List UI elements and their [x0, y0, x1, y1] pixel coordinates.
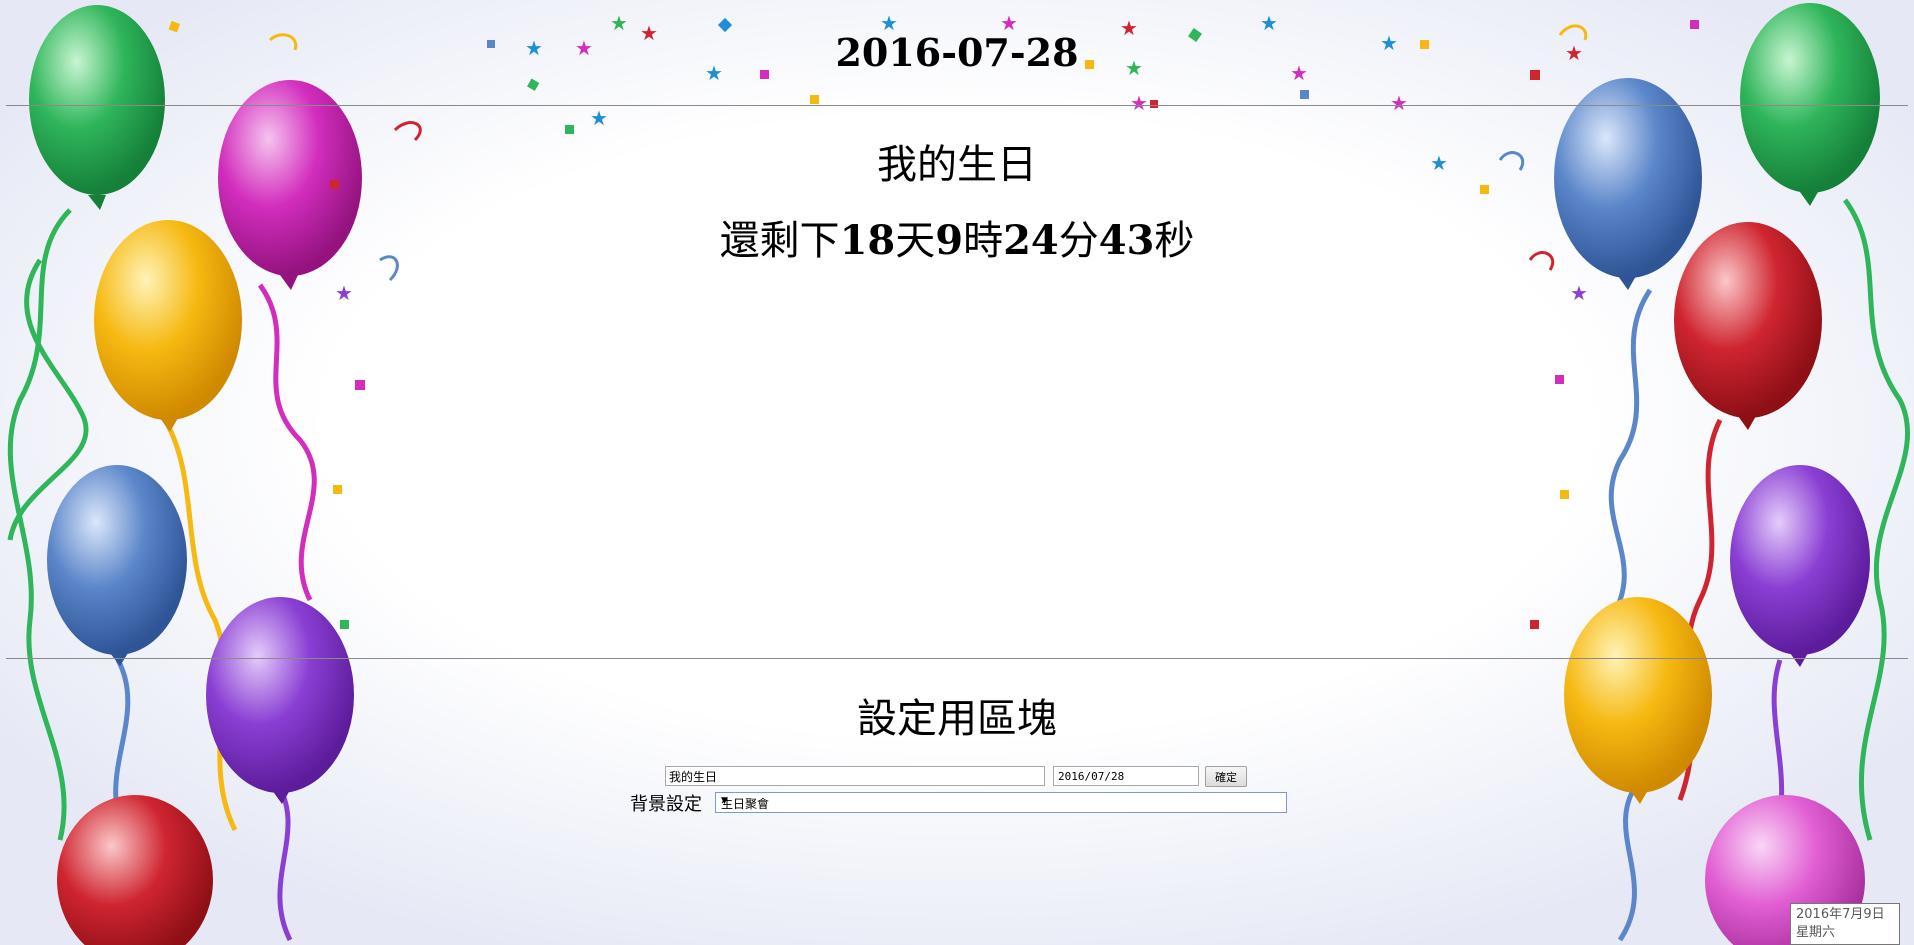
countdown-days: 18 — [839, 217, 896, 264]
event-date-input[interactable] — [1053, 766, 1199, 786]
svg-text:★: ★ — [1570, 281, 1588, 305]
countdown-prefix: 還剩下 — [719, 218, 840, 264]
background-select[interactable]: 生日聚會 ▼ — [715, 792, 1287, 813]
date-tooltip: 2016年7月9日 星期六 — [1790, 903, 1900, 945]
settings-title: 設定用區塊 — [857, 696, 1057, 742]
countdown-minutes: 24 — [1003, 217, 1059, 264]
confirm-button[interactable]: 確定 — [1205, 766, 1247, 787]
svg-text:★: ★ — [1130, 91, 1148, 115]
countdown-hours: 9 — [935, 217, 964, 264]
countdown-minutes-unit: 分 — [1058, 218, 1099, 264]
tooltip-date: 2016年7月9日 — [1796, 907, 1885, 922]
countdown-hours-unit: 時 — [963, 218, 1004, 264]
countdown-text: 還剩下18天9時24分43秒 — [0, 208, 1914, 266]
event-title: 我的生日 — [877, 142, 1037, 188]
divider-settings — [6, 658, 1908, 659]
countdown-days-unit: 天 — [895, 218, 936, 264]
dropdown-arrow-icon: ▼ — [721, 796, 728, 806]
event-name-input[interactable] — [665, 766, 1045, 786]
target-date-heading: 2016-07-28 — [835, 30, 1079, 75]
background-setting-label: 背景設定 — [630, 794, 702, 815]
svg-text:★: ★ — [335, 281, 353, 305]
divider-top — [6, 105, 1908, 106]
tooltip-weekday: 星期六 — [1796, 925, 1836, 940]
svg-text:★: ★ — [590, 106, 608, 130]
countdown-seconds: 43 — [1098, 217, 1155, 264]
countdown-seconds-unit: 秒 — [1154, 218, 1195, 264]
svg-text:★: ★ — [1390, 91, 1408, 115]
